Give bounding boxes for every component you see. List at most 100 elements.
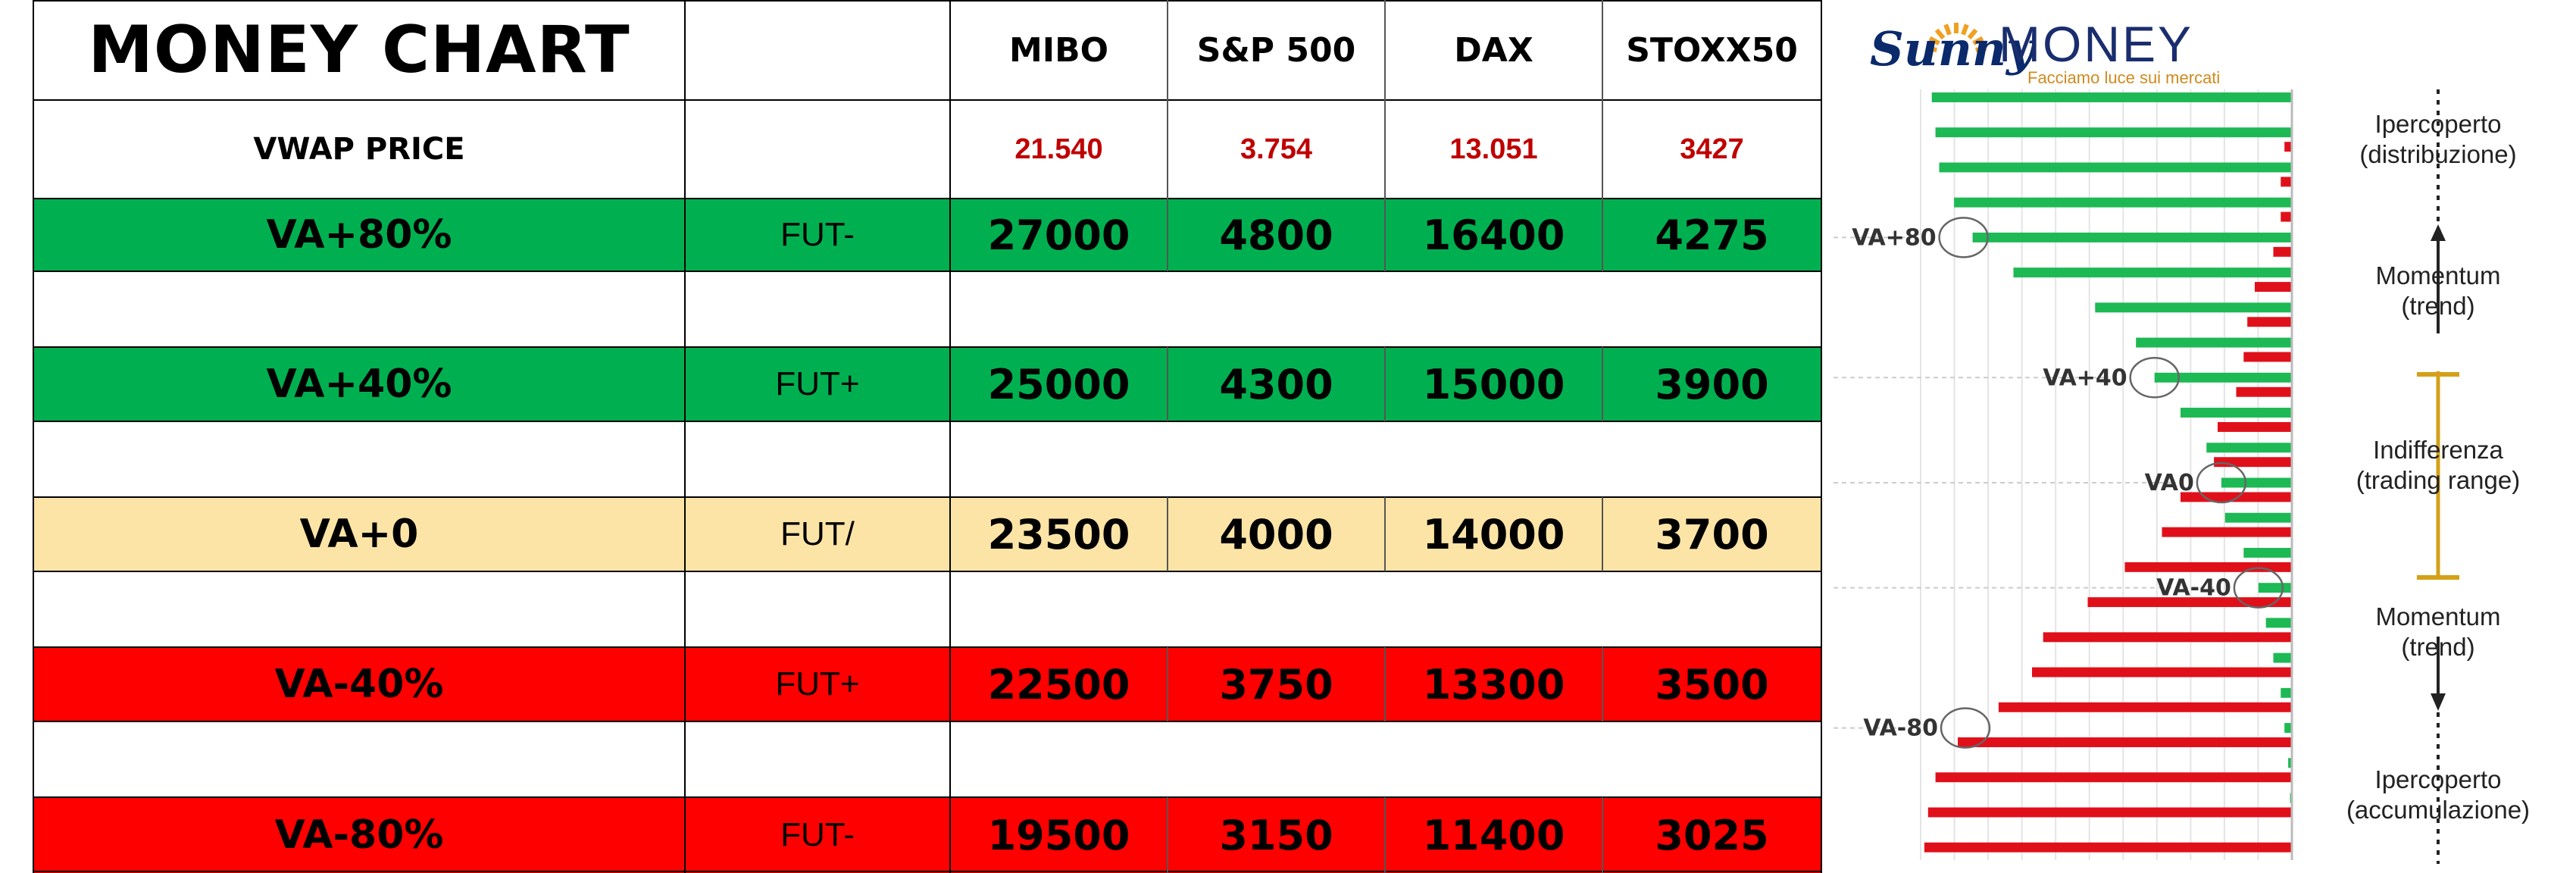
grid-line bbox=[1602, 0, 1603, 199]
red-bar bbox=[2218, 421, 2292, 432]
grid-line bbox=[1384, 347, 1386, 421]
level-marker-label: VA-80 bbox=[1863, 715, 1938, 742]
grid-line bbox=[1167, 647, 1168, 721]
green-bar bbox=[2095, 302, 2292, 313]
vwap-label: VWAP PRICE bbox=[253, 132, 465, 167]
green-bar bbox=[1972, 232, 2292, 242]
zone-sublabel: (trend) bbox=[2401, 633, 2474, 661]
level-value: 25000 bbox=[987, 360, 1130, 408]
grid-line bbox=[33, 796, 1821, 798]
grid-line bbox=[1167, 497, 1168, 571]
red-bar bbox=[2247, 317, 2292, 327]
zone-label: Indifferenza bbox=[2373, 436, 2503, 464]
red-bar bbox=[2162, 527, 2292, 537]
grid-line bbox=[1602, 497, 1603, 571]
grid-line bbox=[1821, 0, 1822, 873]
grid-line bbox=[1384, 199, 1386, 271]
green-bar bbox=[2206, 443, 2292, 453]
zone-label: Ipercoperto bbox=[2375, 765, 2502, 793]
grid-line bbox=[33, 0, 1821, 2]
grid-line bbox=[1167, 347, 1168, 421]
green-bar bbox=[2265, 618, 2292, 628]
grid-line bbox=[1602, 199, 1603, 271]
level-value: 4000 bbox=[1219, 510, 1333, 559]
level-row: VA+80% FUT- 27000 4800 16400 4275 bbox=[33, 199, 1821, 271]
grid-line bbox=[1167, 0, 1168, 199]
index-header: MIBO bbox=[1008, 30, 1109, 70]
level-value: 11400 bbox=[1422, 811, 1565, 859]
fut-signal: FUT- bbox=[780, 216, 855, 253]
grid-line bbox=[1167, 199, 1168, 271]
level-value: 3700 bbox=[1655, 510, 1769, 559]
red-bar bbox=[2124, 562, 2292, 572]
spacer-row bbox=[33, 721, 1821, 797]
green-bar bbox=[2221, 477, 2292, 488]
money-chart-table: MONEY CHART MIBO S&P 500 DAX STOXX50 VWAP PRI… bbox=[0, 0, 1834, 873]
zone-sublabel: (trading range) bbox=[2356, 466, 2520, 494]
level-value: 3900 bbox=[1655, 360, 1769, 408]
grid-line bbox=[1602, 647, 1603, 721]
green-bar bbox=[1939, 162, 2292, 173]
level-value: 4300 bbox=[1219, 360, 1333, 408]
level-value: 3025 bbox=[1655, 811, 1769, 859]
green-bar bbox=[2224, 512, 2292, 523]
red-bar bbox=[2236, 386, 2292, 397]
grid-line bbox=[1602, 797, 1603, 873]
index-header: S&P 500 bbox=[1196, 30, 1356, 70]
red-bar bbox=[1924, 842, 2292, 853]
grid-line bbox=[33, 346, 1821, 348]
grid-line bbox=[1602, 347, 1603, 421]
level-row: VA-80% FUT- 19500 3150 11400 3025 bbox=[33, 797, 1821, 873]
vwap-value: 3427 bbox=[1680, 133, 1744, 165]
level-row: VA+40% FUT+ 25000 4300 15000 3900 bbox=[33, 347, 1821, 421]
grid-line bbox=[1167, 797, 1168, 873]
level-marker-label: VA+80 bbox=[1852, 224, 1936, 251]
level-value: 3750 bbox=[1219, 660, 1333, 709]
grid-line bbox=[33, 99, 1821, 101]
spacer-row bbox=[33, 571, 1821, 647]
header-empty-cell bbox=[685, 0, 950, 100]
level-row: VA-40% FUT+ 22500 3750 13300 3500 bbox=[33, 647, 1821, 721]
vwap-value: 13.051 bbox=[1449, 133, 1538, 165]
grid-line bbox=[33, 0, 34, 873]
spacer-row bbox=[33, 421, 1821, 497]
level-value: 13300 bbox=[1422, 660, 1565, 709]
green-bar bbox=[1935, 127, 2292, 138]
buildup-chart: VA+80VA+40VA0VA-40VA-80Ipercoperto(distr… bbox=[1834, 89, 2530, 864]
grid-line bbox=[1384, 497, 1386, 571]
level-value: 3500 bbox=[1655, 660, 1769, 709]
red-bar bbox=[2032, 667, 2292, 677]
page-title: MONEY CHART bbox=[88, 12, 630, 88]
green-bar bbox=[2243, 547, 2292, 558]
grid-line bbox=[684, 0, 686, 873]
arrow-up-icon bbox=[2431, 224, 2446, 241]
grid-line bbox=[1384, 0, 1386, 199]
level-value: 15000 bbox=[1422, 360, 1565, 408]
grid-line bbox=[1384, 647, 1386, 721]
level-value: 14000 bbox=[1422, 510, 1565, 559]
zone-label: Momentum bbox=[2375, 602, 2500, 630]
green-bar bbox=[2273, 652, 2292, 663]
level-label: VA+80% bbox=[266, 212, 452, 258]
grid-line bbox=[949, 0, 951, 873]
green-bar bbox=[1931, 92, 2292, 102]
level-value: 22500 bbox=[987, 660, 1130, 709]
level-value: 19500 bbox=[987, 811, 1130, 859]
vwap-value: 21.540 bbox=[1014, 133, 1103, 165]
fut-signal: FUT- bbox=[780, 816, 855, 853]
green-bar bbox=[2154, 372, 2292, 383]
grid-line bbox=[33, 421, 1821, 422]
red-bar bbox=[2281, 211, 2292, 222]
green-bar bbox=[2013, 268, 2292, 278]
red-bar bbox=[2043, 632, 2292, 643]
grid-line bbox=[33, 496, 1821, 498]
red-bar bbox=[2273, 246, 2292, 257]
fut-signal: FUT+ bbox=[775, 665, 860, 702]
zone-label: Momentum bbox=[2375, 261, 2500, 289]
grid-line bbox=[33, 721, 1821, 722]
vwap-value: 3.754 bbox=[1240, 133, 1313, 165]
level-value: 16400 bbox=[1422, 211, 1565, 259]
red-bar bbox=[1998, 702, 2292, 712]
red-bar bbox=[2243, 352, 2292, 362]
green-bar bbox=[2281, 687, 2292, 698]
